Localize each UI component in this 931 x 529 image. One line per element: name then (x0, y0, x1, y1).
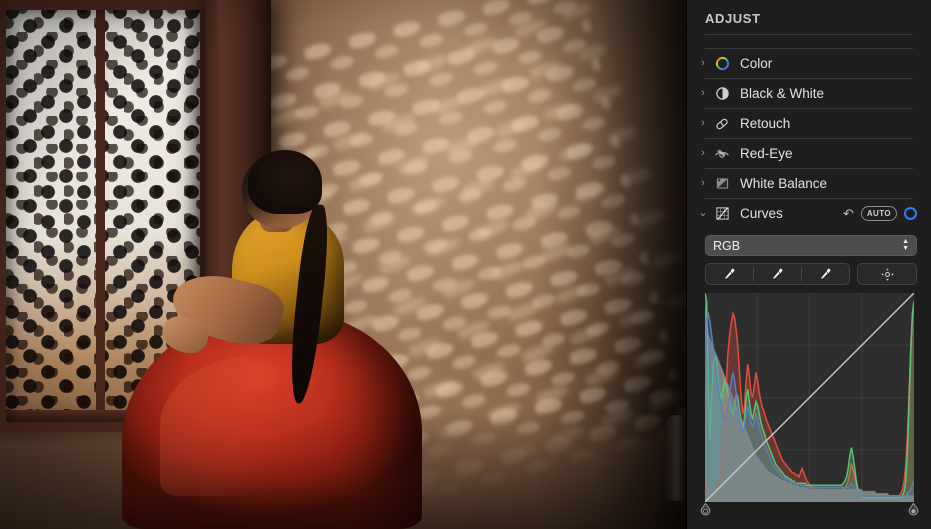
disclosure-chevron-icon[interactable]: › (697, 148, 709, 159)
adjustment-row-white-balance[interactable]: › White Balance (687, 169, 931, 198)
photo-vignette (0, 0, 686, 529)
photos-editor-window: ADJUST › Color › Black & White › Retouch… (0, 0, 931, 529)
disclosure-chevron-icon[interactable]: › (697, 88, 709, 99)
edited-photo (0, 0, 686, 529)
chevron-updown-icon[interactable]: ▲ ▼ (902, 238, 909, 252)
white-point-handle[interactable] (908, 502, 919, 516)
auto-curves-button[interactable]: AUTO (860, 206, 897, 221)
eyedropper-button-group (705, 263, 850, 285)
adjustment-label: Black & White (740, 86, 825, 101)
curves-channel-select[interactable]: RGB ▲ ▼ (705, 235, 917, 256)
panel-title: ADJUST (705, 11, 761, 26)
white-point-eyedropper-button[interactable] (802, 264, 849, 284)
adjustment-row-retouch[interactable]: › Retouch (687, 109, 931, 138)
disclosure-chevron-icon[interactable]: › (697, 178, 709, 189)
curves-row-tools: ↶ AUTO (843, 206, 917, 221)
adjustment-label: Red-Eye (740, 146, 793, 161)
curves-graph[interactable] (705, 293, 914, 502)
adjustment-row-black-and-white[interactable]: › Black & White (687, 79, 931, 108)
curves-grid-icon (712, 205, 732, 223)
adjustment-row-curves[interactable]: ⌄ Curves ↶ AUTO (687, 199, 931, 228)
curves-tool-row (705, 263, 917, 285)
curves-handle-row (700, 502, 919, 520)
eye-slash-icon (712, 145, 732, 163)
black-point-eyedropper-button[interactable] (706, 264, 753, 284)
adjustment-label: Curves (740, 206, 783, 221)
adjustment-label: Retouch (740, 116, 791, 131)
divider (705, 34, 913, 35)
gray-point-eyedropper-button[interactable] (754, 264, 801, 284)
half-circle-icon (712, 85, 732, 103)
adjustment-label: White Balance (740, 176, 828, 191)
adjustment-row-red-eye[interactable]: › Red-Eye (687, 139, 931, 168)
black-point-handle[interactable] (700, 502, 711, 516)
color-wheel-icon (712, 55, 732, 73)
range-target-button[interactable] (857, 263, 917, 285)
bandage-icon (712, 115, 732, 133)
adjustment-row-color[interactable]: › Color (687, 49, 931, 78)
adjust-panel: ADJUST › Color › Black & White › Retouch… (686, 0, 931, 529)
white-balance-icon (712, 175, 732, 193)
reset-curves-button[interactable]: ↶ (843, 207, 854, 220)
curves-graph-wrapper (700, 293, 919, 520)
disclosure-chevron-down-icon[interactable]: ⌄ (697, 208, 709, 219)
curves-enable-toggle[interactable] (904, 207, 917, 220)
curves-channel-value: RGB (713, 238, 741, 253)
adjustment-label: Color (740, 56, 773, 71)
disclosure-chevron-icon[interactable]: › (697, 118, 709, 129)
photo-viewer[interactable] (0, 0, 686, 529)
disclosure-chevron-icon[interactable]: › (697, 58, 709, 69)
